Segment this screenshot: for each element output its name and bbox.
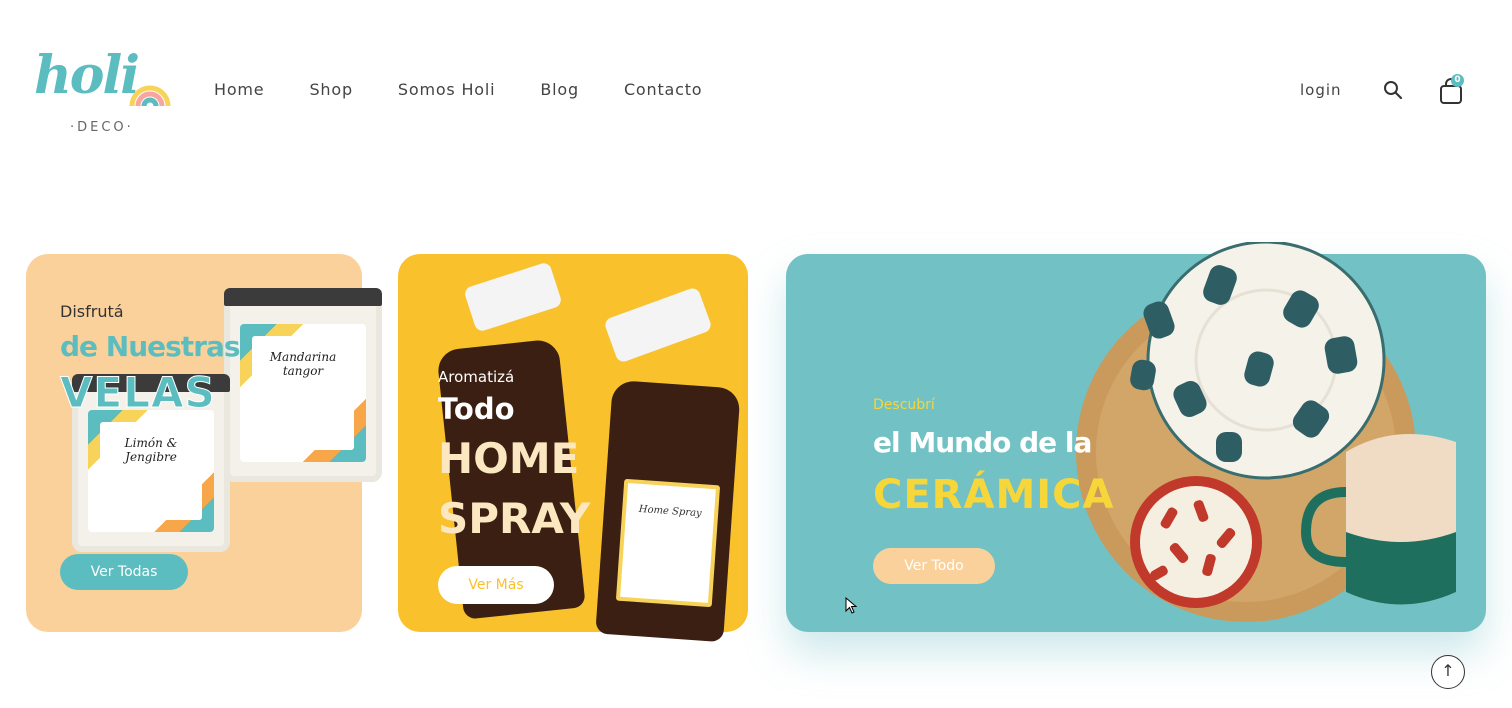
banner-ceramica[interactable]: Descubrí el Mundo de la CERÁMICA Ver Tod…: [786, 242, 1486, 632]
cart-button[interactable]: 0: [1438, 74, 1466, 104]
logo-subtitle: ·DECO·: [70, 120, 134, 135]
scroll-to-top-button[interactable]: ↑: [1431, 655, 1465, 689]
rainbow-icon: [129, 85, 171, 107]
search-icon[interactable]: [1383, 80, 1403, 100]
login-link[interactable]: login: [1300, 81, 1342, 99]
spray-title-line3: SPRAY: [438, 494, 591, 543]
nav-item-shop[interactable]: Shop: [309, 80, 352, 99]
brand-logo[interactable]: holi ·DECO·: [32, 40, 177, 140]
ceramica-title-line2: CERÁMICA: [873, 472, 1115, 518]
ceramica-pretitle: Descubrí: [873, 397, 935, 413]
spray-pretitle: Aromatizá: [438, 368, 515, 386]
cart-count-badge: 0: [1451, 74, 1464, 87]
spray-trigger: [603, 286, 713, 364]
ver-mas-button[interactable]: Ver Más: [438, 566, 554, 604]
nav-item-contacto[interactable]: Contacto: [624, 80, 702, 99]
spray-bottle-label: Home Spray: [615, 478, 721, 608]
nav-item-somos-holi[interactable]: Somos Holi: [398, 80, 495, 99]
velas-title-line2: VELAS: [60, 368, 216, 418]
arrow-up-icon: ↑: [1441, 661, 1455, 680]
ceramica-title-line1: el Mundo de la: [873, 426, 1092, 459]
main-nav: Home Shop Somos Holi Blog Contacto: [214, 80, 747, 99]
candle-jar-mandarina: Mandarina tangor: [224, 288, 382, 482]
ceramics-illustration: [1076, 242, 1456, 622]
banner-home-spray[interactable]: Home Spray Aromatizá Todo HOME SPRAY Ver…: [398, 254, 748, 643]
mouse-pointer-icon: [845, 597, 858, 614]
logo-wordmark: holi: [34, 45, 140, 106]
spray-title-line2: HOME: [438, 434, 580, 483]
ver-todas-button[interactable]: Ver Todas: [60, 554, 188, 590]
banner-velas[interactable]: Disfrutá Mandarina tangor Limón & Jengib…: [26, 254, 382, 632]
velas-title-line1: de Nuestras: [60, 330, 241, 363]
ver-todo-button[interactable]: Ver Todo: [873, 548, 995, 584]
spray-title-line1: Todo: [438, 392, 515, 426]
nav-item-blog[interactable]: Blog: [540, 80, 579, 99]
nav-item-home[interactable]: Home: [214, 80, 264, 99]
velas-pretitle: Disfrutá: [60, 302, 124, 321]
spray-trigger: [463, 261, 563, 333]
